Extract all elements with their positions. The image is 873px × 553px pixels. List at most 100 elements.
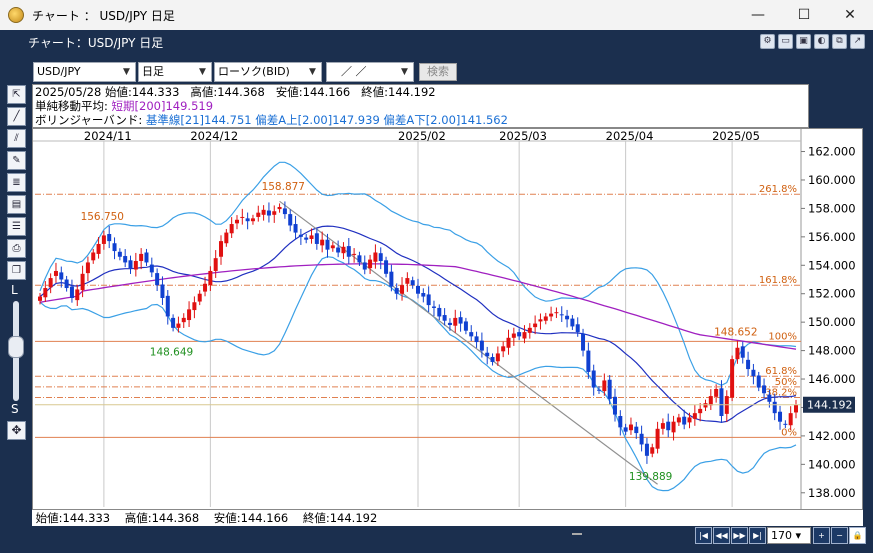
- restore-icon[interactable]: ⧉: [832, 34, 847, 49]
- candle-body: [575, 324, 580, 333]
- close-value: 144.192: [388, 85, 436, 99]
- ma-value: 149.519: [165, 99, 214, 113]
- settings-gear-icon[interactable]: ⚙: [760, 34, 775, 49]
- price-annotation: 156.750: [81, 211, 124, 223]
- candle-body: [112, 243, 117, 252]
- chevron-down-icon: ▼: [309, 67, 316, 77]
- window-icon[interactable]: ▭: [778, 34, 793, 49]
- pencil-icon[interactable]: ✎: [7, 151, 26, 170]
- fibonacci-icon[interactable]: ≣: [7, 173, 26, 192]
- list-icon[interactable]: ☰: [7, 217, 26, 236]
- bb-mid-value: 144.751: [204, 113, 252, 127]
- open-label: 始値:: [104, 85, 132, 99]
- candle-body: [107, 234, 112, 242]
- open-value: 144.333: [131, 85, 180, 99]
- navigation-bar: |◀ ◀◀ ▶▶ ▶| 170 ▾ + − 🔒: [32, 527, 866, 544]
- candle-body: [447, 322, 452, 325]
- candle-body: [421, 293, 426, 297]
- zoom-slider-thumb[interactable]: [8, 336, 24, 358]
- candle-body: [522, 332, 527, 339]
- candle-body: [682, 416, 687, 425]
- export-icon[interactable]: ▣: [796, 34, 811, 49]
- price-annotation: 148.649: [150, 346, 193, 358]
- zoom-out-icon[interactable]: −: [831, 527, 848, 544]
- timeframe-select[interactable]: 日足 ▼: [138, 62, 212, 82]
- y-tick-label: 158.000: [808, 201, 856, 215]
- trendline-icon[interactable]: ╱: [7, 107, 26, 126]
- channel-icon[interactable]: ⫽: [7, 129, 26, 148]
- next-page-icon[interactable]: ▶▶: [731, 527, 748, 544]
- candle-body: [304, 237, 309, 240]
- candle-body: [591, 370, 596, 388]
- candle-body: [634, 426, 639, 434]
- candle-body: [245, 218, 250, 222]
- candle-body: [368, 259, 373, 269]
- cursor-icon[interactable]: ⇱: [7, 85, 26, 104]
- candle-body: [69, 286, 74, 298]
- link-icon[interactable]: ◐: [814, 34, 829, 49]
- y-tick-label: 146.000: [808, 372, 856, 386]
- ohlc-row: 2025/05/28 始値:144.333 高値:144.368 安値:144.…: [35, 85, 436, 99]
- chart-area[interactable]: 2024/11 2024/12 2025/02 2025/03 2025/04 2025/…: [32, 128, 863, 510]
- app-icon: [8, 7, 24, 23]
- minimize-button[interactable]: —: [735, 0, 781, 30]
- candle-body: [256, 212, 261, 217]
- bar-count-select[interactable]: 170 ▾: [767, 527, 811, 544]
- candle-body: [549, 313, 554, 317]
- candle-body: [336, 247, 341, 253]
- lock-icon[interactable]: 🔒: [849, 527, 866, 544]
- prev-page-icon[interactable]: ◀◀: [713, 527, 730, 544]
- maximize-button[interactable]: ☐: [781, 0, 827, 30]
- last-page-icon[interactable]: ▶|: [749, 527, 766, 544]
- candle-body: [453, 317, 458, 326]
- candle-body: [117, 251, 122, 257]
- undock-icon[interactable]: ↗: [850, 34, 865, 49]
- candle-body: [730, 359, 735, 398]
- candle-body: [155, 273, 160, 286]
- scroll-indicator[interactable]: [572, 533, 582, 535]
- candle-body: [160, 284, 165, 298]
- first-page-icon[interactable]: |◀: [695, 527, 712, 544]
- header-toolbar: ⚙ ▭ ▣ ◐ ⧉ ↗: [760, 34, 865, 49]
- close-button[interactable]: ✕: [827, 0, 873, 30]
- title-bar: チャート ： USD/JPY 日足 — ☐ ✕: [0, 0, 873, 30]
- candle-body: [309, 235, 314, 239]
- candle-body: [437, 307, 442, 317]
- candle-body: [240, 216, 245, 218]
- candle-body: [213, 258, 218, 271]
- candle-body: [314, 233, 319, 244]
- move-crosshair-icon[interactable]: ✥: [7, 421, 26, 440]
- candle-body: [43, 288, 48, 298]
- candle-body: [208, 270, 213, 286]
- pair-select[interactable]: USD/JPY ▼: [33, 62, 136, 82]
- candle-body: [644, 443, 649, 456]
- candle-body: [458, 317, 463, 324]
- candle-body: [171, 317, 176, 328]
- bottom-low-label: 安値:: [213, 511, 241, 525]
- window-title: チャート ： USD/JPY 日足: [32, 9, 175, 23]
- candlestick-chart[interactable]: 2024/11 2024/12 2025/02 2025/03 2025/04 2025/…: [33, 129, 862, 509]
- candle-body: [38, 296, 42, 301]
- date-input[interactable]: ／ ／ ▼: [326, 62, 414, 82]
- candle-body: [53, 270, 58, 276]
- trend-line: [279, 200, 658, 485]
- candle-body: [373, 252, 378, 262]
- candle-body: [570, 318, 575, 327]
- info-date: 2025/05/28: [35, 85, 102, 99]
- search-button[interactable]: 検索: [419, 63, 457, 81]
- x-tick-label: 2025/02: [398, 129, 446, 143]
- copy-icon[interactable]: ❐: [7, 261, 26, 280]
- document-icon[interactable]: ▤: [7, 195, 26, 214]
- candle-body: [767, 394, 772, 402]
- candle-body: [416, 285, 420, 294]
- x-tick-label: 2025/05: [712, 129, 760, 143]
- zoom-in-icon[interactable]: +: [813, 527, 830, 544]
- candle-body: [101, 235, 106, 244]
- candle-body: [389, 271, 394, 287]
- print-icon[interactable]: ⎙: [7, 239, 26, 258]
- bottom-low-value: 144.166: [240, 511, 289, 525]
- y-tick-label: 160.000: [808, 173, 856, 187]
- price-type-select[interactable]: ローソク(BID) ▼: [214, 62, 322, 82]
- candle-body: [139, 253, 144, 262]
- bb-low-value: 141.562: [460, 113, 508, 127]
